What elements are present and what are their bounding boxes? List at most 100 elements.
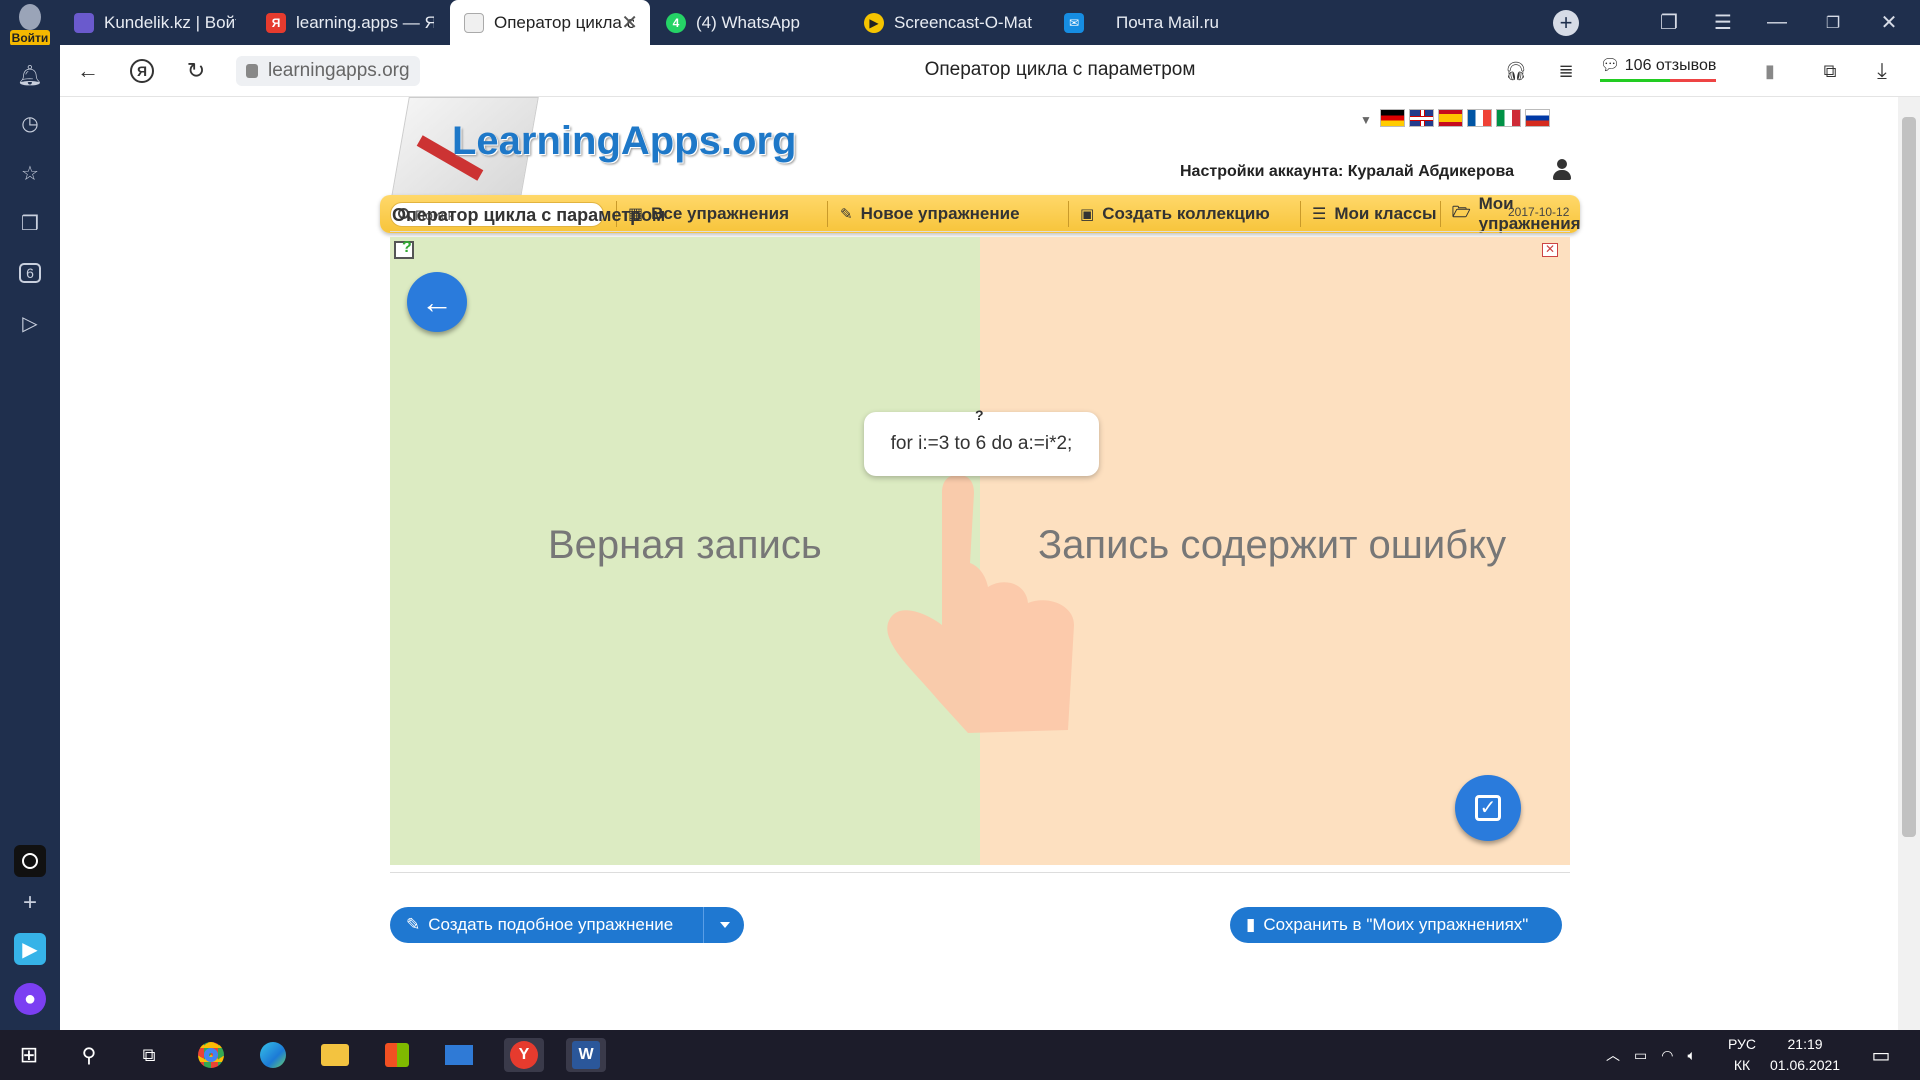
word-icon[interactable]: W (566, 1038, 606, 1072)
flag-fr-icon[interactable] (1467, 109, 1492, 127)
close-window-icon[interactable]: ✕ (1866, 0, 1912, 45)
keyboard-language[interactable]: РУС КК (1728, 1034, 1756, 1076)
flag-it-icon[interactable] (1496, 109, 1521, 127)
arrow-left-icon: ← (421, 283, 453, 320)
page-title: Оператор цикла с параметром (924, 59, 1196, 80)
flag-ru-icon[interactable] (1525, 109, 1550, 127)
learningapps-page: LearningApps.org ▼ Настройки аккаунта: К… (60, 97, 1898, 1030)
yandex-favicon-icon: Я (266, 12, 286, 33)
tabs-overview-icon[interactable]: ❐ (1646, 0, 1692, 45)
chevron-down-icon[interactable] (720, 922, 730, 928)
help-icon[interactable] (394, 239, 414, 259)
nav-create-collection[interactable]: ▣ Создать коллекцию (1080, 195, 1270, 233)
zone-label-correct: Верная запись (548, 523, 822, 567)
search-icon[interactable]: ⚲ (72, 1038, 106, 1072)
notifications-icon[interactable]: ▭ (1864, 1038, 1898, 1072)
messenger-icon[interactable]: ▶ (14, 933, 46, 965)
video-play-icon[interactable]: ▷ (14, 307, 46, 339)
store-icon[interactable] (380, 1038, 414, 1072)
mail-icon[interactable] (442, 1038, 476, 1072)
page-scrollbar[interactable] (1898, 97, 1920, 1030)
reviews-badge[interactable]: 💬︎ 106 отзывов (1600, 55, 1717, 82)
headphones-icon[interactable]: 🎧︎ (1500, 55, 1532, 87)
add-panel-icon[interactable]: + (14, 887, 46, 919)
learningapps-favicon-icon (464, 12, 484, 33)
yandex-browser-icon[interactable]: Y (504, 1038, 544, 1072)
divider (390, 231, 1570, 232)
edge-icon[interactable] (256, 1038, 290, 1072)
app-widget-icon[interactable] (14, 845, 46, 877)
check-answers-button[interactable]: ✓ (1455, 775, 1521, 841)
nav-divider (827, 201, 828, 227)
minimize-icon[interactable]: — (1754, 0, 1800, 45)
check-icon: ✓ (1475, 795, 1501, 821)
flag-es-icon[interactable] (1438, 109, 1463, 127)
reload-icon[interactable]: ↻ (180, 55, 212, 87)
fullscreen-icon[interactable] (1542, 242, 1558, 257)
collections-icon[interactable]: ❒ (14, 207, 46, 239)
scrollbar-thumb[interactable] (1902, 117, 1916, 837)
battery-icon[interactable]: ▭ (1634, 1047, 1647, 1064)
lock-icon (246, 64, 258, 78)
counter-6-icon[interactable]: 6 (14, 257, 46, 289)
login-badge[interactable]: Войти (4, 0, 56, 46)
url-field[interactable]: learningapps.org (236, 56, 420, 86)
language-dropdown-icon[interactable]: ▼ (1360, 113, 1372, 127)
back-arrow-button[interactable]: ← (407, 272, 467, 332)
file-explorer-icon[interactable] (318, 1038, 352, 1072)
tray-overflow-icon[interactable]: ︿ (1606, 1045, 1620, 1065)
tab-kundelik[interactable]: Kundelik.kz | Войти в Kund (60, 0, 250, 45)
flag-de-icon[interactable] (1380, 109, 1405, 127)
flag-en-icon[interactable] (1409, 109, 1434, 127)
chrome-icon[interactable] (194, 1038, 228, 1072)
menu-icon[interactable]: ☰ (1700, 0, 1746, 45)
download-icon[interactable]: ⤓ (1866, 55, 1898, 87)
extensions-icon[interactable]: ⧉ (1814, 55, 1846, 87)
drag-hint-hand-icon (887, 475, 1074, 733)
task-view-icon[interactable]: ⧉ (132, 1038, 166, 1072)
wifi-icon[interactable]: ◠ (1661, 1047, 1673, 1064)
browser-tab-bar: Kundelik.kz | Войти в Kund Я learning.ap… (0, 0, 1920, 45)
system-tray: ︿ ▭ ◠ 🔈︎ (1606, 1030, 1696, 1080)
clock[interactable]: 21:19 01.06.2021 (1770, 1034, 1840, 1076)
yandex-logo-icon[interactable]: Я (126, 55, 158, 87)
user-icon[interactable] (1552, 159, 1572, 181)
alice-icon[interactable]: ● (14, 983, 46, 1015)
windows-taskbar: ⊞ ⚲ ⧉ Y W ︿ ▭ ◠ 🔈︎ РУС КК 21:19 01.06.20… (0, 1030, 1920, 1080)
nav-my-classes[interactable]: ☰ Мои классы (1312, 195, 1436, 233)
history-clock-icon[interactable]: ◷ (14, 107, 46, 139)
volume-icon[interactable]: 🔈︎ (1687, 1047, 1695, 1064)
dropdown-divider (703, 907, 704, 943)
account-settings-link[interactable]: Настройки аккаунта: Куралай Абдикерова (1180, 163, 1514, 181)
exercise-date: 2017-10-12 (1508, 205, 1570, 219)
nav-new-exercise[interactable]: ✎ Новое упражнение (840, 195, 1020, 233)
new-tab-icon[interactable]: + (1543, 0, 1589, 45)
star-icon[interactable]: ☆ (14, 157, 46, 189)
screencast-favicon-icon: ▶ (864, 12, 884, 33)
edit-icon: ✎ (406, 915, 421, 934)
restore-icon[interactable]: ❐ (1810, 0, 1856, 45)
back-arrow-icon[interactable]: ← (72, 55, 104, 87)
site-logo[interactable]: LearningApps.org (452, 119, 796, 164)
language-flags (1380, 109, 1550, 127)
tab-yandex-search[interactable]: Я learning.apps — Яндекс: н (252, 0, 448, 45)
list-icon: ☰ (1312, 206, 1327, 223)
tab-whatsapp[interactable]: 4 (4) WhatsApp (652, 0, 848, 45)
zone-label-error: Запись содержит ошибку (1038, 523, 1507, 567)
reader-mode-icon[interactable]: ≣ (1550, 55, 1582, 87)
save-to-my-exercises-button[interactable]: ▮ Сохранить в "Моих упражнениях" (1230, 907, 1562, 943)
tab-screencast[interactable]: ▶ Screencast-O-Matic: 188 в (850, 0, 1046, 45)
close-tab-icon[interactable]: ✕ (621, 10, 638, 35)
card-hint-icon[interactable]: ? (975, 407, 984, 423)
kundelik-favicon-icon (74, 12, 94, 33)
tab-learningapps-active[interactable]: Оператор цикла с пар ✕ (450, 0, 650, 45)
bookmark-icon[interactable]: ▮ (1754, 55, 1786, 87)
create-similar-button[interactable]: ✎ Создать подобное упражнение (390, 907, 744, 943)
bell-icon[interactable]: 🔔︎ (14, 59, 46, 91)
browser-sidebar: 🔔︎ ◷ ☆ ❒ 6 ▷ + ▶ ● (0, 45, 60, 1030)
pencil-icon: ✎ (840, 206, 853, 223)
tab-mail[interactable]: ✉ Почта Mail.ru (1050, 0, 1246, 45)
windows-start-icon[interactable]: ⊞ (12, 1038, 46, 1072)
address-bar: ← Я ↻ learningapps.org Оператор цикла с … (60, 45, 1920, 97)
bookmark-icon: ▮ (1246, 915, 1256, 934)
